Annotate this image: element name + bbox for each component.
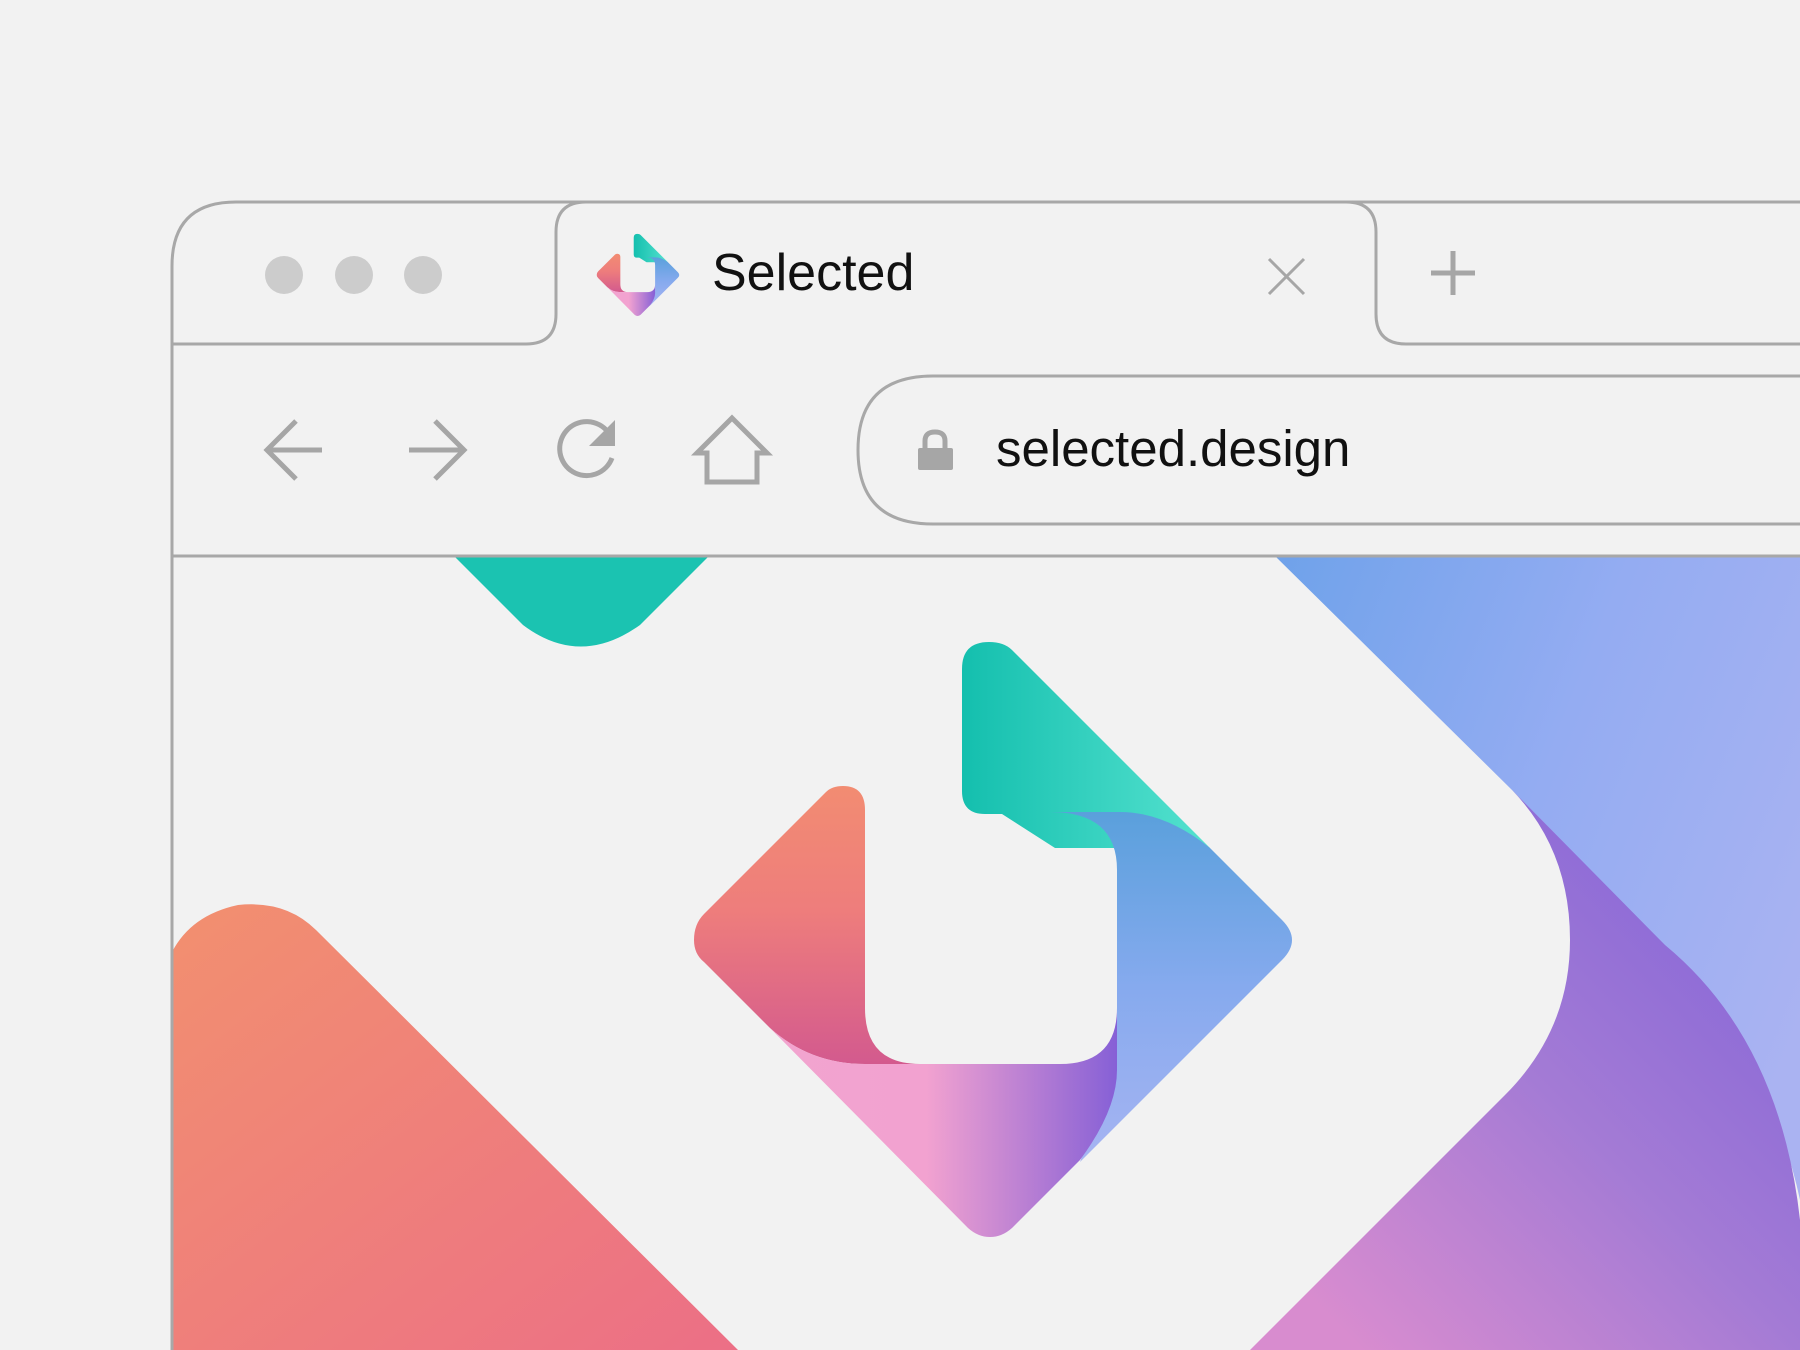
maximize-dot[interactable]	[404, 256, 442, 294]
tab-selected[interactable]	[558, 204, 1374, 344]
teal-shape	[455, 557, 708, 647]
minimize-dot[interactable]	[335, 256, 373, 294]
reload-button[interactable]	[546, 414, 622, 486]
selected-logo	[694, 642, 1292, 1237]
forward-button[interactable]	[400, 414, 476, 486]
new-tab-button[interactable]	[1424, 244, 1482, 302]
coral-shape	[172, 904, 738, 1350]
tab-close-button[interactable]	[1260, 250, 1314, 304]
close-dot[interactable]	[265, 256, 303, 294]
tab-title: Selected	[712, 244, 915, 302]
home-button[interactable]	[690, 410, 774, 490]
url-text[interactable]: selected.design	[996, 414, 1350, 484]
browser-illustration	[170, 200, 1800, 1350]
back-button[interactable]	[256, 414, 332, 486]
